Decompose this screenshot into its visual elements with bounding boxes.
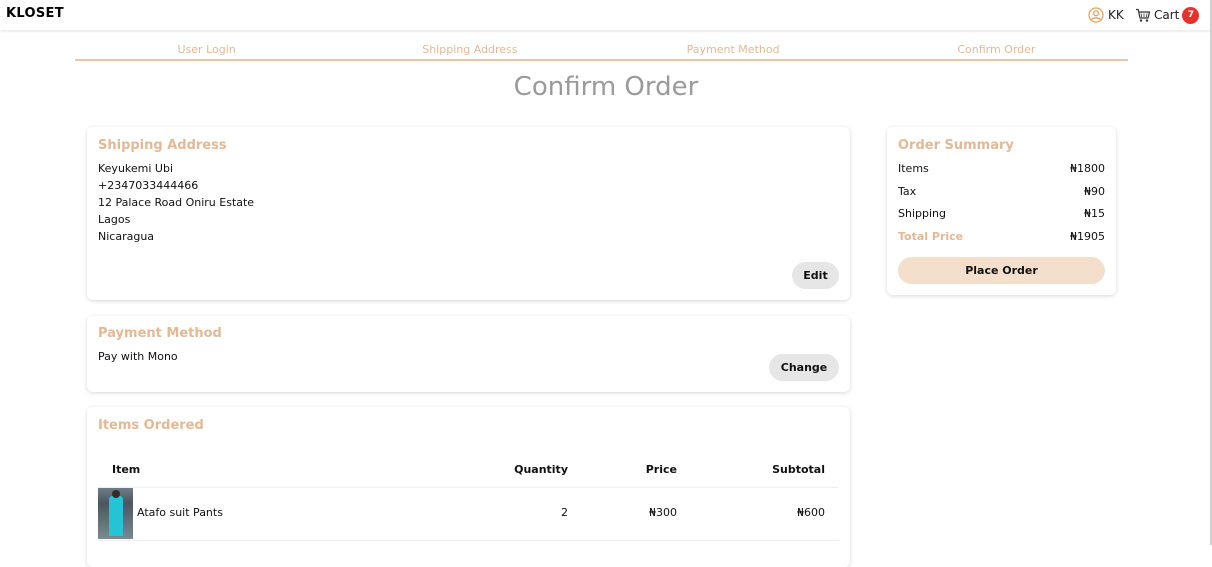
summary-items-row: Items ₦1800 [898,162,1105,175]
place-order-button[interactable]: Place Order [898,257,1105,284]
items-ordered-card: Items Ordered Item Quantity Price Subtot… [87,407,850,567]
brand-logo[interactable]: KLOSET [6,6,64,21]
summary-tax-value: ₦90 [1084,185,1105,198]
shipping-street: 12 Palace Road Oniru Estate [98,196,255,209]
shipping-address-card: Shipping Address Keyukemi Ubi +234703344… [87,127,850,300]
table-row[interactable]: Atafo suit Pants 2 ₦300 ₦600 [98,488,839,541]
cart-icon [1136,8,1151,22]
step-user-login[interactable]: User Login [75,40,338,59]
shipping-phone: +2347033444466 [98,179,199,192]
page-title: Confirm Order [513,72,699,102]
summary-tax-label: Tax [898,185,917,198]
column-price: Price [645,463,677,476]
summary-items-label: Items [898,162,929,175]
shipping-city: Lagos [98,213,131,226]
product-price: ₦300 [649,506,677,519]
column-quantity: Quantity [514,463,568,476]
summary-total-value: ₦1905 [1070,230,1105,243]
column-subtotal: Subtotal [772,463,825,476]
payment-method-title: Payment Method [98,326,222,341]
summary-shipping-label: Shipping [898,207,946,220]
product-name[interactable]: Atafo suit Pants [137,506,223,519]
column-item: Item [112,463,141,476]
items-table-header: Item Quantity Price Subtotal [98,454,839,488]
cart-count-badge: 7 [1182,6,1200,24]
summary-shipping-row: Shipping ₦15 [898,207,1105,220]
top-navbar: KLOSET KK Cart 7 [0,0,1212,30]
payment-method-value: Pay with Mono [98,350,178,363]
user-menu[interactable]: KK [1088,6,1124,24]
summary-total-row: Total Price ₦1905 [898,230,1105,243]
summary-tax-row: Tax ₦90 [898,185,1105,198]
user-initials: KK [1108,8,1124,22]
product-thumbnail[interactable] [98,488,133,539]
step-payment-method[interactable]: Payment Method [602,40,865,59]
user-icon [1088,7,1104,23]
shipping-address-title: Shipping Address [98,138,227,153]
checkout-steps: User Login Shipping Address Payment Meth… [75,40,1128,61]
items-ordered-title: Items Ordered [98,418,204,433]
change-payment-button[interactable]: Change [769,354,839,381]
cart-label: Cart [1154,8,1180,22]
suit-graphic [109,496,123,536]
step-shipping-address[interactable]: Shipping Address [338,40,601,59]
step-confirm-order[interactable]: Confirm Order [865,40,1128,59]
product-subtotal: ₦600 [797,506,825,519]
shipping-country: Nicaragua [98,230,155,243]
summary-items-value: ₦1800 [1070,162,1105,175]
shipping-name: Keyukemi Ubi [98,162,174,175]
order-summary-card: Order Summary Items ₦1800 Tax ₦90 Shippi… [887,127,1116,295]
summary-shipping-value: ₦15 [1084,207,1105,220]
cart-button[interactable]: Cart 7 [1135,6,1200,24]
summary-total-label: Total Price [898,230,964,243]
head-graphic [112,490,120,498]
product-quantity: 2 [561,506,568,519]
edit-address-button[interactable]: Edit [792,262,839,289]
order-summary-title: Order Summary [898,138,1014,153]
payment-method-card: Payment Method Pay with Mono Change [87,316,850,392]
